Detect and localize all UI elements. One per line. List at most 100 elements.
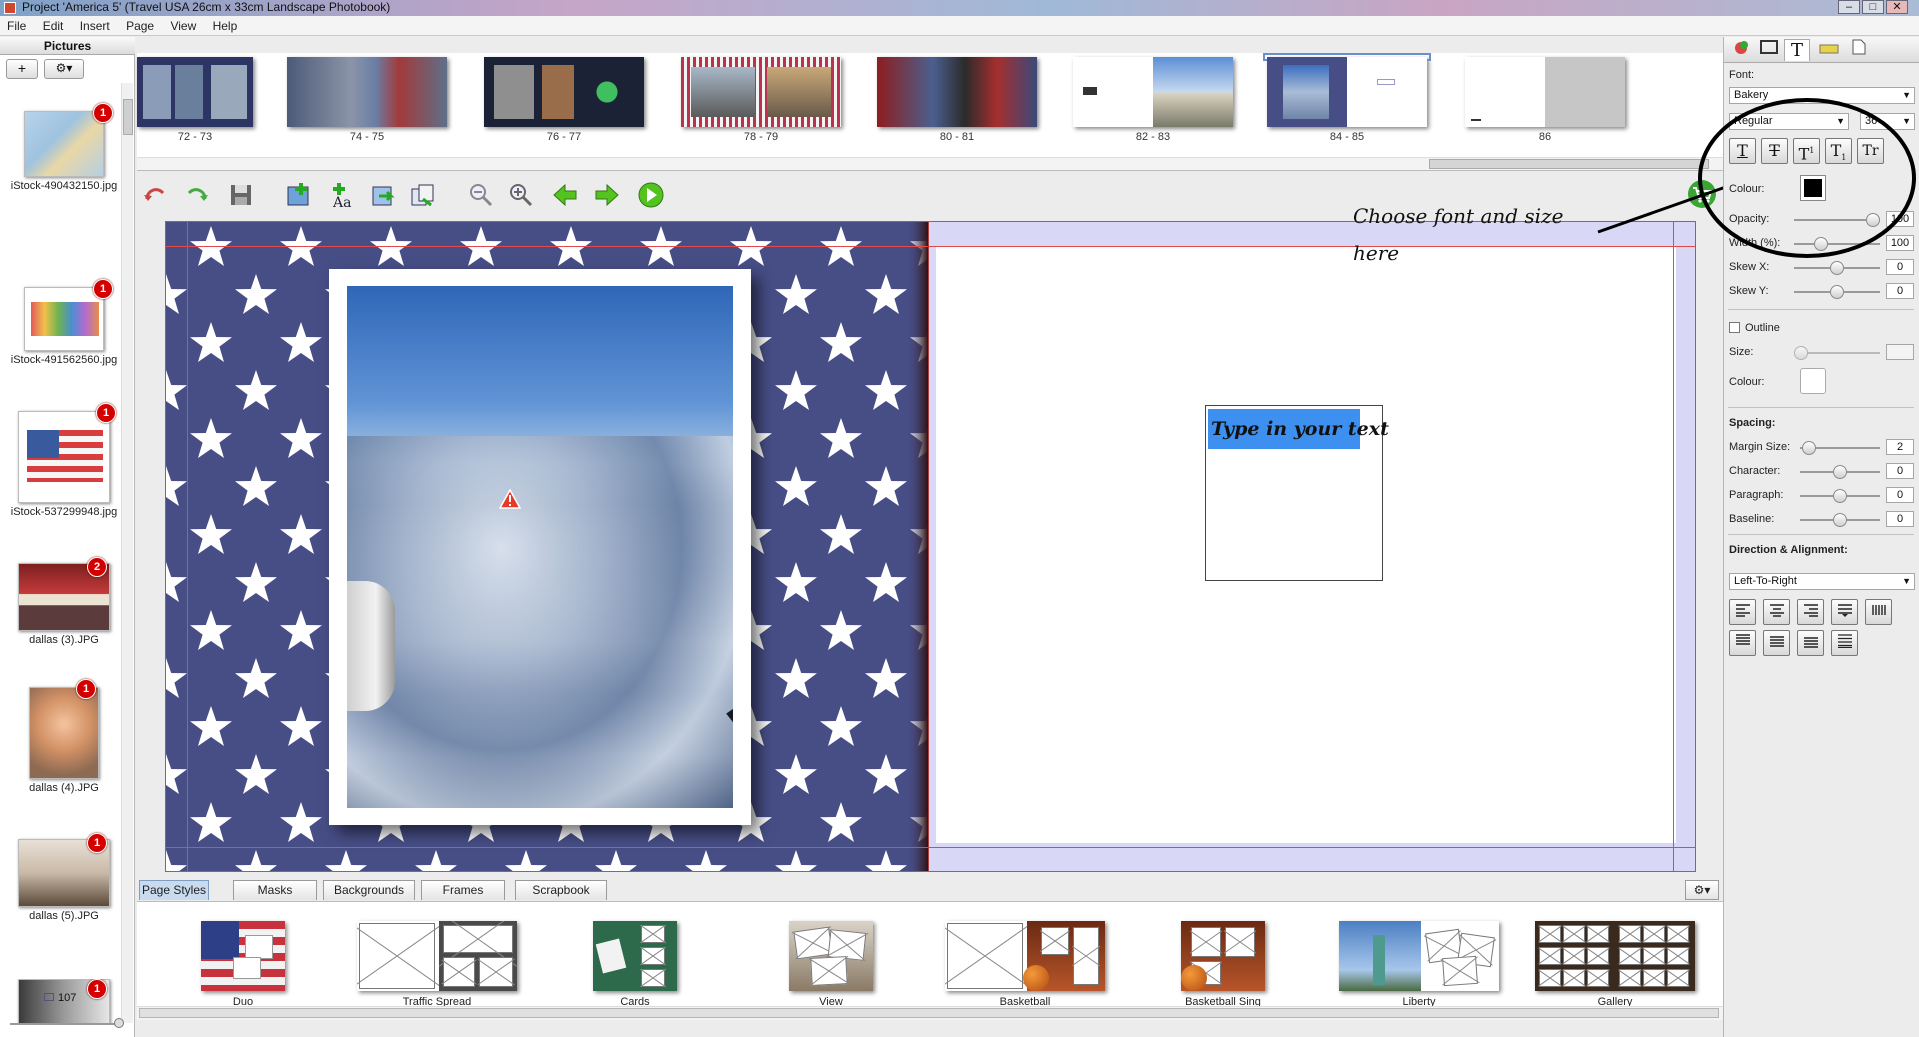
outline-colour-label: Colour: <box>1729 376 1765 388</box>
picture-filename: dallas (3).JPG <box>29 634 99 646</box>
tab-masks[interactable]: Masks <box>233 880 317 900</box>
spread-strip-scrollbar[interactable] <box>137 157 1723 170</box>
outline-checkbox[interactable] <box>1729 322 1740 333</box>
picture-thumb[interactable]: iStock-490432150.jpg 1 <box>8 103 120 192</box>
skew-x-value[interactable]: 0 <box>1886 259 1914 275</box>
styles-gear-button[interactable]: ⚙▾ <box>1685 880 1719 900</box>
minimize-button[interactable]: – <box>1838 0 1860 14</box>
page-styles-strip: Duo Traffic Spread Cards View Basketball… <box>137 901 1723 1020</box>
margin-size-slider[interactable] <box>1800 441 1880 455</box>
menu-edit[interactable]: Edit <box>36 16 70 33</box>
pictures-panel: Pictures + ⚙▾ iStock-490432150.jpg 1 iSt… <box>0 37 135 1037</box>
picture-filename: iStock-490432150.jpg <box>10 180 118 192</box>
pictures-scrollbar[interactable] <box>121 83 133 1023</box>
usage-badge: 2 <box>87 557 107 577</box>
frame-tab-icon[interactable] <box>1756 39 1782 61</box>
arrange-pages-icon[interactable] <box>409 181 437 209</box>
photo-frame[interactable] <box>329 269 751 825</box>
menu-insert[interactable]: Insert <box>73 16 116 33</box>
spread-strip: 72 - 73 74 - 75 76 - 77 78 - 79 80 - 81 … <box>137 53 1723 171</box>
styles-scrollbar[interactable] <box>137 1006 1723 1020</box>
outline-colour-swatch[interactable] <box>1800 368 1826 394</box>
save-icon[interactable] <box>227 181 255 209</box>
picture-thumb[interactable]: dallas (5).JPG 1 <box>8 833 120 922</box>
text-box[interactable]: Type in your text <box>1205 405 1389 581</box>
width-value[interactable]: 100 <box>1886 235 1914 251</box>
app-icon <box>4 2 16 14</box>
character-value[interactable]: 0 <box>1886 463 1914 479</box>
paragraph-slider[interactable] <box>1800 489 1880 503</box>
spread-canvas[interactable] <box>165 221 1696 872</box>
picture-thumb[interactable]: dallas (4).JPG 1 <box>8 679 120 794</box>
skew-y-slider[interactable] <box>1794 285 1880 299</box>
menu-page[interactable]: Page <box>119 16 160 33</box>
add-text-icon[interactable]: Aa <box>327 181 355 209</box>
bleed-guide-right <box>1673 222 1674 871</box>
properties-tabs: T <box>1724 37 1919 63</box>
bleed-guide-bottom <box>166 847 1695 848</box>
spread-label: 74 - 75 <box>349 131 385 143</box>
annotation-text: Choose font and size here <box>1353 204 1564 265</box>
low-resolution-warning-icon[interactable] <box>499 489 521 509</box>
skew-x-slider[interactable] <box>1794 261 1880 275</box>
add-picture-button[interactable]: + <box>6 59 38 79</box>
selected-text[interactable]: Type in your text <box>1208 409 1389 449</box>
character-label: Character: <box>1729 465 1781 477</box>
align-justify-down-icon[interactable] <box>1831 599 1858 625</box>
page-tab-icon[interactable] <box>1846 39 1872 61</box>
left-page[interactable] <box>166 222 928 871</box>
valign-top-icon[interactable] <box>1729 630 1756 656</box>
tab-frames[interactable]: Frames <box>421 880 505 900</box>
usage-badge: 1 <box>87 979 107 999</box>
align-center-icon[interactable] <box>1763 599 1790 625</box>
picture-thumb[interactable]: iStock-537299948.jpg 1 <box>8 403 120 518</box>
character-slider[interactable] <box>1800 465 1880 479</box>
tab-page-styles[interactable]: Page Styles <box>139 880 209 900</box>
sky-photo[interactable] <box>347 286 733 808</box>
maximize-button[interactable]: □ <box>1862 0 1884 14</box>
menu-file[interactable]: File <box>0 16 32 33</box>
add-photo-icon[interactable] <box>285 181 313 209</box>
picture-thumb[interactable]: dallas (3).JPG 2 <box>8 557 120 646</box>
undo-icon[interactable] <box>141 181 169 209</box>
ruler-tab-icon[interactable] <box>1816 39 1842 61</box>
picture-thumb[interactable]: iStock-491562560.jpg 1 <box>8 279 120 366</box>
bleed-guide-left <box>187 222 188 871</box>
menu-help[interactable]: Help <box>206 16 244 33</box>
layers-tab-icon[interactable] <box>1728 39 1754 61</box>
skew-y-value[interactable]: 0 <box>1886 283 1914 299</box>
zoom-in-icon[interactable] <box>507 181 535 209</box>
outline-size-slider[interactable] <box>1794 346 1880 360</box>
margin-size-value[interactable]: 2 <box>1886 439 1914 455</box>
thumb-size-slider[interactable] <box>10 1018 124 1028</box>
spread-label: 78 - 79 <box>743 131 779 143</box>
pictures-gear-button[interactable]: ⚙▾ <box>44 59 84 79</box>
menu-view[interactable]: View <box>163 16 202 33</box>
insert-page-icon[interactable] <box>369 181 397 209</box>
next-page-icon[interactable] <box>593 181 621 209</box>
redo-icon[interactable] <box>183 181 211 209</box>
preview-play-icon[interactable] <box>637 181 665 209</box>
tab-backgrounds[interactable]: Backgrounds <box>323 880 415 900</box>
text-direction-select[interactable]: Left-To-Right ▼ <box>1729 573 1915 590</box>
previous-page-icon[interactable] <box>551 181 579 209</box>
baseline-value[interactable]: 0 <box>1886 511 1914 527</box>
close-button[interactable]: ✕ <box>1886 0 1908 14</box>
paragraph-label: Paragraph: <box>1729 489 1784 501</box>
align-grid-icon[interactable] <box>1865 599 1892 625</box>
outline-size-value[interactable] <box>1886 344 1914 360</box>
zoom-out-icon[interactable] <box>467 181 495 209</box>
align-right-icon[interactable] <box>1797 599 1824 625</box>
count-icon <box>44 993 54 1001</box>
spread-label: 86 <box>1538 131 1552 143</box>
align-left-icon[interactable] <box>1729 599 1756 625</box>
font-label: Font: <box>1729 69 1755 81</box>
tab-scrapbook[interactable]: Scrapbook <box>515 880 607 900</box>
picture-filename: iStock-537299948.jpg <box>10 506 118 518</box>
valign-bottom-icon[interactable] <box>1797 630 1824 656</box>
paragraph-value[interactable]: 0 <box>1886 487 1914 503</box>
valign-middle-icon[interactable] <box>1763 630 1790 656</box>
baseline-slider[interactable] <box>1800 513 1880 527</box>
text-tab-icon[interactable]: T <box>1784 39 1810 61</box>
valign-justify-icon[interactable] <box>1831 630 1858 656</box>
